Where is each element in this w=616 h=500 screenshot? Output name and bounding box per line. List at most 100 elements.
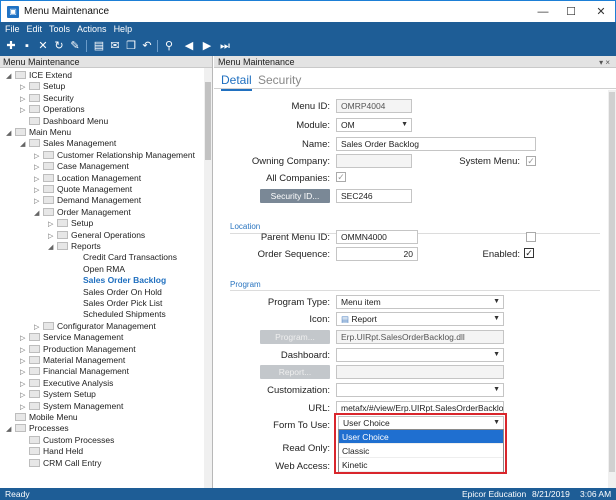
tree-item[interactable]: ▷ Configurator Management xyxy=(34,321,156,332)
name-field[interactable]: Sales Order Backlog xyxy=(336,137,536,151)
customization-select[interactable]: ▼ xyxy=(336,383,504,397)
collapse-arrow-icon[interactable]: ◢ xyxy=(20,139,29,150)
owning-company-field[interactable] xyxy=(336,154,412,168)
security-id-button[interactable]: Security ID... xyxy=(260,189,330,203)
attach-icon[interactable]: ✉ xyxy=(108,39,122,53)
tree-item[interactable]: ◢ Sales Management xyxy=(20,138,116,149)
tree-item[interactable]: ▷ Setup xyxy=(20,81,65,92)
enabled-checkbox[interactable]: ✓ xyxy=(524,248,534,258)
tree-item[interactable]: Custom Processes xyxy=(20,435,114,446)
security-id-field[interactable]: SEC246 xyxy=(336,189,412,203)
expand-arrow-icon[interactable]: ▷ xyxy=(20,367,29,378)
menu-file[interactable]: File xyxy=(5,22,20,36)
tree-item[interactable]: ▷ Quote Management xyxy=(34,184,132,195)
save-icon[interactable]: ▪ xyxy=(20,39,34,53)
forward-icon[interactable]: ▶ xyxy=(200,39,214,53)
expand-arrow-icon[interactable]: ▷ xyxy=(20,82,29,93)
program-type-select[interactable]: Menu item ▼ xyxy=(336,295,504,309)
report-button[interactable]: Report... xyxy=(260,365,330,379)
collapse-arrow-icon[interactable]: ◢ xyxy=(48,242,57,253)
tree-item[interactable]: Open RMA xyxy=(62,264,125,275)
new-icon[interactable]: ✚ xyxy=(4,39,18,53)
expand-arrow-icon[interactable]: ▷ xyxy=(20,105,29,116)
tree-item[interactable]: ▷ Service Management xyxy=(20,332,123,343)
report-field[interactable] xyxy=(336,365,504,379)
tree-item[interactable]: ▷ Operations xyxy=(20,104,85,115)
tree-item[interactable]: ▷ Case Management xyxy=(34,161,129,172)
tree-item[interactable]: ▷ System Setup xyxy=(20,389,96,400)
module-select[interactable]: OM ▼ xyxy=(336,118,412,132)
tree-scrollbar[interactable] xyxy=(204,68,212,488)
expand-arrow-icon[interactable]: ▷ xyxy=(34,151,43,162)
system-menu-checkbox[interactable]: ✓ xyxy=(526,156,536,166)
tree-item[interactable]: ◢ Processes xyxy=(6,423,69,434)
tree-item[interactable]: ▷ Demand Management xyxy=(34,195,141,206)
expand-arrow-icon[interactable]: ▷ xyxy=(34,196,43,207)
menu-tools[interactable]: Tools xyxy=(49,22,70,36)
undo-icon[interactable]: ↶ xyxy=(140,39,154,53)
tree-item[interactable]: ▷ Financial Management xyxy=(20,366,129,377)
expand-arrow-icon[interactable]: ▷ xyxy=(34,185,43,196)
collapse-arrow-icon[interactable]: ◢ xyxy=(34,208,43,219)
menu-actions[interactable]: Actions xyxy=(77,22,107,36)
tree-item[interactable]: ▷ Security xyxy=(20,93,74,104)
expand-arrow-icon[interactable]: ▷ xyxy=(20,356,29,367)
all-companies-checkbox[interactable]: ✓ xyxy=(336,172,346,182)
tree-item[interactable]: Sales Order Backlog xyxy=(62,275,166,286)
search-icon[interactable]: ⚲ xyxy=(162,39,176,53)
delete-icon[interactable]: ✕ xyxy=(36,39,50,53)
tree-item[interactable]: ▷ Production Management xyxy=(20,344,136,355)
tree-item[interactable]: ▷ Location Management xyxy=(34,173,141,184)
tree-item[interactable]: ◢ Main Menu xyxy=(6,127,71,138)
minimize-button[interactable]: — xyxy=(529,1,557,23)
tree-item[interactable]: ◢ Order Management xyxy=(34,207,131,218)
tree-item[interactable]: Credit Card Transactions xyxy=(62,252,177,263)
tree-item[interactable]: Sales Order On Hold xyxy=(62,287,162,298)
tree-item[interactable]: ▷ Customer Relationship Management xyxy=(34,150,195,161)
close-button[interactable]: ✕ xyxy=(587,1,615,23)
tree-item[interactable]: ▷ General Operations xyxy=(48,230,145,241)
tree-item[interactable]: CRM Call Entry xyxy=(20,458,102,469)
detail-scrollbar[interactable] xyxy=(608,90,616,488)
parent-menu-checkbox[interactable] xyxy=(526,232,536,242)
expand-arrow-icon[interactable]: ▷ xyxy=(34,322,43,333)
expand-arrow-icon[interactable]: ▷ xyxy=(34,162,43,173)
menu-help[interactable]: Help xyxy=(114,22,133,36)
program-button[interactable]: Program... xyxy=(260,330,330,344)
expand-arrow-icon[interactable]: ▷ xyxy=(20,379,29,390)
detail-scrollbar-thumb[interactable] xyxy=(609,92,615,472)
expand-arrow-icon[interactable]: ▷ xyxy=(20,333,29,344)
back-icon[interactable]: ◀ xyxy=(182,39,196,53)
icon-select[interactable]: ▤ Report ▼ xyxy=(336,312,504,326)
tab-detail[interactable]: Detail xyxy=(221,72,252,91)
menu-id-field[interactable]: OMRP4004 xyxy=(336,99,412,113)
expand-arrow-icon[interactable]: ▷ xyxy=(20,402,29,413)
tree-item[interactable]: ▷ Setup xyxy=(48,218,93,229)
tree-item[interactable]: ▷ Material Management xyxy=(20,355,125,366)
tree-item[interactable]: Dashboard Menu xyxy=(20,116,108,127)
clear-icon[interactable]: ✎ xyxy=(68,39,82,53)
collapse-arrow-icon[interactable]: ◢ xyxy=(6,424,15,435)
tree-item[interactable]: Sales Order Pick List xyxy=(62,298,162,309)
tree-item[interactable]: Scheduled Shipments xyxy=(62,309,166,320)
tree-item[interactable]: ◢ Reports xyxy=(48,241,101,252)
expand-arrow-icon[interactable]: ▷ xyxy=(20,345,29,356)
collapse-arrow-icon[interactable]: ◢ xyxy=(6,128,15,139)
tab-security[interactable]: Security xyxy=(258,72,301,89)
tree-item[interactable]: ◢ ICE Extend xyxy=(6,70,72,81)
last-icon[interactable]: ⏭ xyxy=(218,39,232,53)
pane-pin-icon[interactable]: ▾ × xyxy=(599,57,610,69)
program-field[interactable]: Erp.UIRpt.SalesOrderBacklog.dll xyxy=(336,330,504,344)
menu-edit[interactable]: Edit xyxy=(27,22,43,36)
maximize-button[interactable]: ☐ xyxy=(557,1,585,23)
copy-icon[interactable]: ❐ xyxy=(124,39,138,53)
tree-item[interactable]: Mobile Menu xyxy=(6,412,78,423)
parent-menu-field[interactable]: OMMN4000 xyxy=(336,230,418,244)
tree-item[interactable]: Hand Held xyxy=(20,446,83,457)
tree-item[interactable]: ▷ Executive Analysis xyxy=(20,378,113,389)
collapse-arrow-icon[interactable]: ◢ xyxy=(6,71,15,82)
dashboard-select[interactable]: ▼ xyxy=(336,348,504,362)
expand-arrow-icon[interactable]: ▷ xyxy=(48,219,57,230)
refresh-icon[interactable]: ↻ xyxy=(52,39,66,53)
print-icon[interactable]: ▤ xyxy=(92,39,106,53)
